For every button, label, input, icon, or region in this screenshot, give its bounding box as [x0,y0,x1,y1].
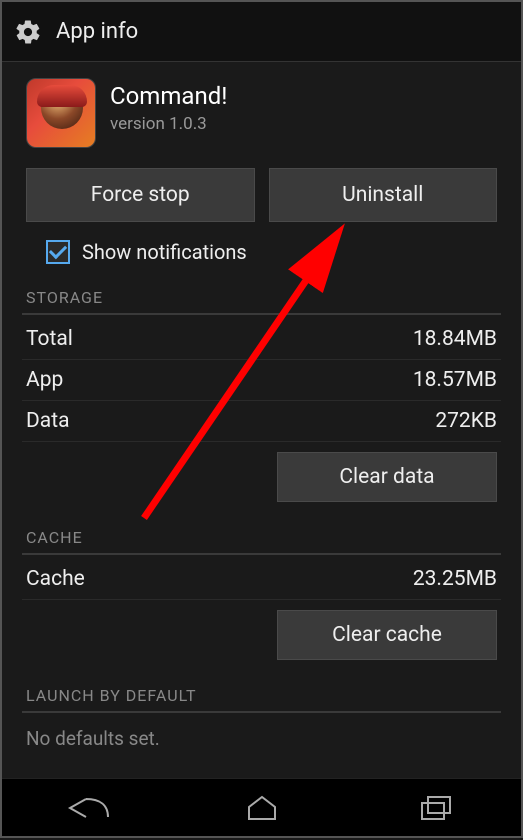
show-notifications-checkbox[interactable] [46,240,70,264]
gear-icon [14,18,42,46]
show-notifications-label: Show notifications [82,240,247,264]
app-name: Command! [110,82,227,110]
show-notifications-row[interactable]: Show notifications [2,236,521,280]
storage-row-total: Total 18.84MB [22,319,501,360]
cache-title: CACHE [22,520,501,555]
clear-cache-button[interactable]: Clear cache [277,610,497,660]
force-stop-button[interactable]: Force stop [26,168,255,222]
storage-row-app: App 18.57MB [22,360,501,401]
launch-section: LAUNCH BY DEFAULT No defaults set. [2,678,521,760]
action-buttons: Force stop Uninstall [2,160,521,236]
storage-section: STORAGE Total 18.84MB App 18.57MB Data 2… [2,280,521,520]
checkmark-icon [49,241,67,259]
home-button[interactable] [232,788,292,828]
app-version: version 1.0.3 [110,114,227,134]
clear-data-button[interactable]: Clear data [277,452,497,502]
cache-section: CACHE Cache 23.25MB Clear cache [2,520,521,678]
no-defaults-text: No defaults set. [22,717,501,760]
page-title: App info [56,19,138,44]
storage-row-data: Data 272KB [22,401,501,442]
back-button[interactable] [59,788,119,828]
launch-title: LAUNCH BY DEFAULT [22,678,501,713]
app-info-header: App info [2,2,521,62]
storage-title: STORAGE [22,280,501,315]
recent-apps-button[interactable] [405,788,465,828]
uninstall-button[interactable]: Uninstall [269,168,498,222]
app-header: Command! version 1.0.3 [2,62,521,160]
navigation-bar [2,778,521,836]
cache-row: Cache 23.25MB [22,559,501,600]
app-icon [26,78,96,148]
